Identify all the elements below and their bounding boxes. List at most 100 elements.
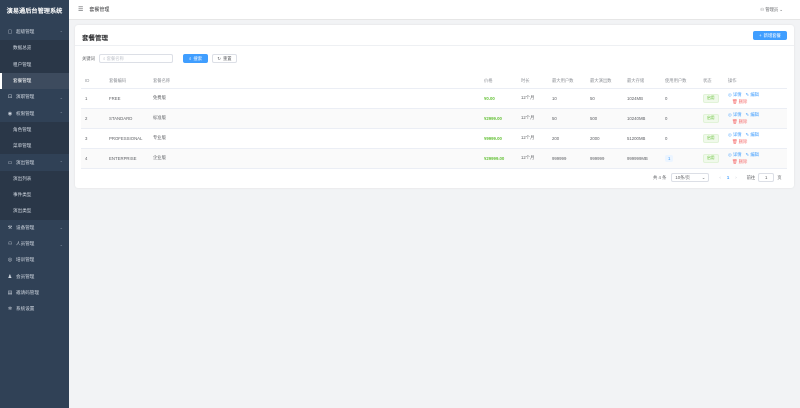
user-icon: ♟	[7, 273, 13, 280]
cell-actions: ◎ 详情 ✎ 编辑 🗑 删除	[724, 108, 787, 129]
cell-max-users: 10	[548, 88, 586, 109]
column-header: 价格	[480, 74, 517, 89]
reset-button[interactable]: ↻ 重置	[212, 54, 237, 63]
sidebar: 演易通后台管理系统 ▢ 超级管理 ⌃ 数据总览 租户管理 套餐管理 ⊡ 演职管理 ⌄ ◉ 权限管理 ⌃…	[0, 0, 69, 408]
cell-used-users: 1	[661, 148, 699, 169]
chevron-up-icon: ⌃	[59, 29, 63, 35]
circle-icon: ◎	[7, 257, 13, 264]
cell-storage: 10240MB	[623, 108, 661, 129]
cell-name: 企业版	[149, 148, 480, 169]
sidebar-subitem[interactable]: 租户管理	[0, 56, 69, 73]
sidebar-item-2[interactable]: ◉ 权限管理 ⌃	[0, 105, 69, 121]
cell-status: 启用	[699, 148, 724, 169]
sidebar-menu: ▢ 超级管理 ⌃ 数据总览 租户管理 套餐管理 ⊡ 演职管理 ⌄ ◉ 权限管理 ⌃ 角色管理 菜单管理 ▭ 演…	[0, 24, 69, 317]
search-input[interactable]: ⌕ 套餐名称	[99, 54, 173, 63]
top-header: ☰ 套餐管理 ⚇ 管理员 ⌄	[69, 0, 800, 20]
cell-status: 启用	[699, 108, 724, 129]
status-badge: 启用	[703, 93, 719, 103]
edit-button[interactable]: ✎ 编辑	[746, 152, 759, 157]
sidebar-subitem[interactable]: 套餐管理	[0, 72, 69, 90]
column-header: 状态	[699, 74, 724, 89]
sidebar-subitem[interactable]: 角色管理	[0, 121, 69, 139]
prev-page-button[interactable]: ‹	[719, 175, 720, 180]
next-page-button[interactable]: ›	[735, 175, 736, 180]
sidebar-item-6[interactable]: ◎ 培训管理	[0, 252, 69, 268]
sidebar-item-3[interactable]: ▭ 演出管理 ⌃	[0, 154, 69, 170]
delete-button[interactable]: 🗑 删除	[732, 99, 747, 104]
column-header: 使用用户数	[661, 74, 699, 89]
delete-button[interactable]: 🗑 删除	[732, 119, 747, 124]
sidebar-subitem[interactable]: 演出列表	[0, 170, 69, 187]
edit-icon: ✎	[745, 112, 750, 117]
page-1[interactable]: 1	[727, 175, 729, 180]
goto-label: 前往	[746, 174, 756, 180]
edit-icon: ✎	[745, 92, 750, 97]
new-package-button[interactable]: + 新增套餐	[753, 31, 787, 40]
cell-price: ¥0.00	[480, 88, 517, 109]
sidebar-item-5[interactable]: ⚇ 人员管理 ⌄	[0, 236, 69, 252]
edit-button[interactable]: ✎ 编辑	[746, 112, 759, 117]
delete-button[interactable]: 🗑 删除	[732, 139, 747, 144]
trash-icon: 🗑	[732, 159, 738, 164]
status-badge: 启用	[703, 113, 719, 123]
sidebar-item-9[interactable]: ✲ 系统设置	[0, 301, 69, 317]
sidebar-item-4[interactable]: ⚒ 设备管理 ⌄	[0, 220, 69, 236]
cell-max-shows: 2000	[586, 128, 623, 149]
delete-button[interactable]: 🗑 删除	[732, 159, 747, 164]
table-row: 4 ENTERPRISE 企业版 ¥29999.00 12个月 999999 9…	[81, 148, 787, 169]
detail-button[interactable]: ◎ 详情	[728, 132, 742, 137]
sidebar-item-0[interactable]: ▢ 超级管理 ⌃	[0, 24, 69, 40]
detail-button[interactable]: ◎ 详情	[728, 112, 742, 117]
app-logo-title: 演易通后台管理系统	[6, 8, 63, 15]
sidebar-item-8[interactable]: ▤ 邀请码管理	[0, 285, 69, 301]
divider	[75, 45, 794, 46]
goto-page-input[interactable]: 1	[758, 173, 775, 182]
sidebar-subitem[interactable]: 菜单管理	[0, 138, 69, 155]
cell-used-users: 0	[661, 88, 699, 109]
cell-id: 1	[81, 88, 105, 109]
monitor-icon: ▢	[7, 29, 13, 36]
pagination: 共 4 条 10条/页 ⌄ ‹ 1 › 前往 1 页	[653, 173, 782, 182]
edit-icon: ✎	[745, 152, 750, 157]
edit-button[interactable]: ✎ 编辑	[746, 132, 759, 137]
cell-id: 3	[81, 128, 105, 149]
search-button[interactable]: ⌕ 搜索	[183, 54, 208, 63]
package-table: ID 套餐编码 套餐名称 价格 时长 最大用户数 最大演出数 最大存储 使用用户数 状态 操作 1 …	[81, 74, 787, 169]
refresh-icon: ↻	[217, 55, 221, 61]
page-size-select[interactable]: 10条/页 ⌄	[671, 173, 710, 182]
column-header: ID	[81, 74, 105, 89]
sidebar-item-7[interactable]: ♟ 会员管理	[0, 268, 69, 284]
keyword-label: 关键词	[82, 56, 95, 61]
sidebar-subitem[interactable]: 演出类型	[0, 203, 69, 220]
cell-code: FREE	[105, 88, 149, 109]
trash-icon: 🗑	[732, 99, 738, 104]
sidebar-subitem[interactable]: 数据总览	[0, 40, 69, 57]
wrench-icon: ⚒	[7, 224, 13, 231]
sidebar-item-1[interactable]: ⊡ 演职管理 ⌄	[0, 89, 69, 105]
column-header: 最大演出数	[586, 74, 623, 89]
column-header: 最大存储	[623, 74, 661, 89]
page-suffix: 页	[777, 174, 782, 180]
cell-price: ¥2999.00	[480, 108, 517, 129]
detail-button[interactable]: ◎ 详情	[728, 92, 742, 97]
cell-status: 启用	[699, 88, 724, 109]
package-card: 套餐管理 + 新增套餐 关键词 ⌕ 套餐名称 ⌕ 搜索 ↻ 重置 ID 套餐编码 套餐名称…	[75, 25, 794, 188]
table-row: 3 PROFESSIONAL 专业版 ¥9999.00 12个月 200 200…	[81, 128, 787, 149]
edit-button[interactable]: ✎ 编辑	[746, 92, 759, 97]
edit-icon: ✎	[745, 132, 750, 137]
cell-actions: ◎ 详情 ✎ 编辑 🗑 删除	[724, 88, 787, 109]
briefcase-icon: ⊡	[7, 94, 13, 101]
search-icon: ⌕	[189, 56, 192, 61]
cell-max-shows: 50	[586, 88, 623, 109]
status-badge: 启用	[703, 133, 719, 143]
cell-actions: ◎ 详情 ✎ 编辑 🗑 删除	[724, 148, 787, 169]
detail-button[interactable]: ◎ 详情	[728, 152, 742, 157]
cell-max-shows: 999999	[586, 148, 623, 169]
eye-icon: ◎	[728, 92, 732, 97]
sidebar-subitem[interactable]: 事件类型	[0, 186, 69, 204]
user-menu[interactable]: ⚇ 管理员 ⌄	[760, 7, 783, 13]
cell-code: ENTERPRISE	[105, 148, 149, 169]
collapse-menu-icon[interactable]: ☰	[78, 6, 83, 13]
document-icon: ▤	[7, 289, 13, 296]
eye-icon: ◎	[728, 132, 732, 137]
